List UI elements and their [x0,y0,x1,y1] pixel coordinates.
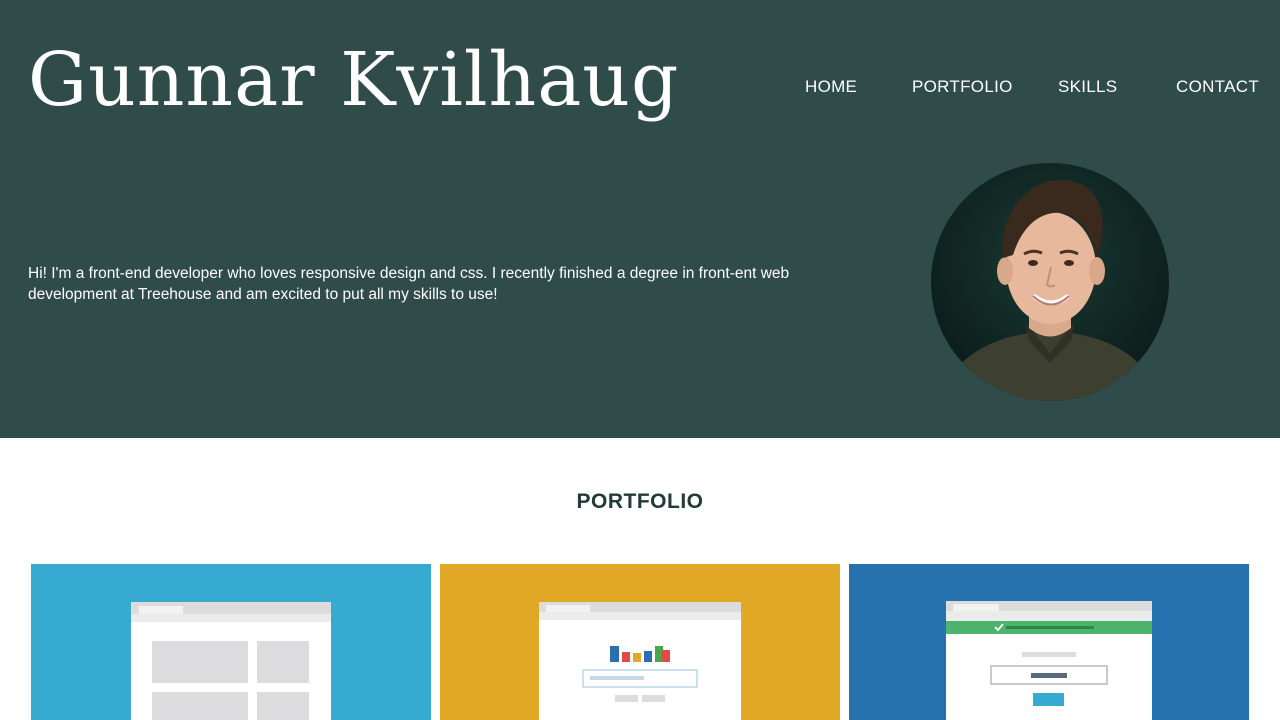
hero-header: Gunnar Kvilhaug HOME PORTFOLIO SKILLS CO… [0,0,1280,438]
nav-skills-link[interactable]: SKILLS [1058,76,1117,98]
profile-avatar [931,163,1169,401]
form-illustration [946,601,1152,720]
nav-home-link[interactable]: HOME [805,76,857,98]
portfolio-card-3[interactable] [849,564,1249,720]
nav-portfolio-link[interactable]: PORTFOLIO [912,76,1013,98]
portfolio-card-2[interactable] [440,564,840,720]
portfolio-card-1[interactable] [31,564,431,720]
chart-search-illustration [539,602,741,720]
portfolio-section-title: PORTFOLIO [576,490,704,513]
layout-grid-illustration [131,602,331,720]
profile-photo-illustration [941,179,1159,401]
intro-text: Hi! I'm a front-end developer who loves … [28,265,790,303]
main-nav: HOME PORTFOLIO SKILLS CONTACT [0,76,1280,98]
nav-contact-link[interactable]: CONTACT [1176,76,1259,98]
